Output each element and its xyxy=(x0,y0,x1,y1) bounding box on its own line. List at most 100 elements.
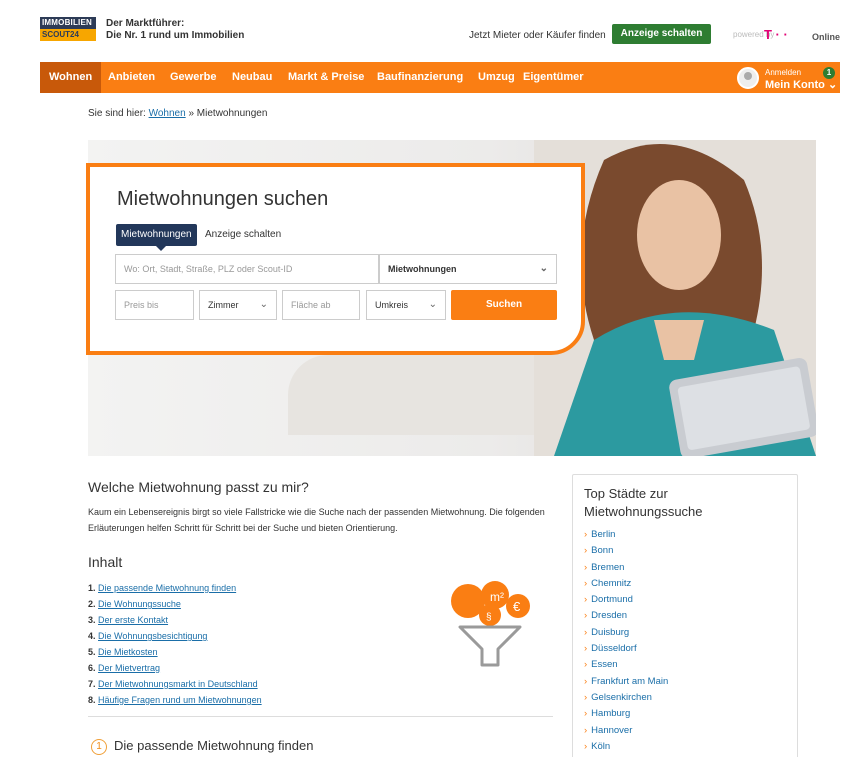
city-label: Köln xyxy=(591,740,611,752)
page-heading: Welche Mietwohnung passt zu mir? xyxy=(88,479,309,495)
search-button[interactable]: Suchen xyxy=(451,290,557,320)
immobilienscout24-logo[interactable]: IMMOBILIEN SCOUT24 xyxy=(40,17,96,43)
nav-item-markt-preise[interactable]: Markt & Preise xyxy=(279,62,373,93)
city-link[interactable]: › Bremen xyxy=(584,560,668,576)
property-type-select[interactable]: Mietwohnungen ⌄ xyxy=(379,254,557,284)
chevron-right-icon: › xyxy=(584,529,588,540)
toc-item: 2. Die Wohnungssuche xyxy=(88,596,262,612)
nav-item-gewerbe[interactable]: Gewerbe xyxy=(161,62,225,93)
city-label: Bonn xyxy=(591,545,614,557)
toc-link[interactable]: Die Wohnungssuche xyxy=(98,599,181,609)
section-title: Die passende Mietwohnung finden xyxy=(114,738,314,753)
t-online-label[interactable]: Online xyxy=(812,32,840,42)
toc-item: 8. Häufige Fragen rund um Mietwohnungen xyxy=(88,692,262,708)
chevron-right-icon: › xyxy=(584,626,588,638)
city-label: Duisburg xyxy=(591,626,630,638)
toc-number: 5. xyxy=(88,647,96,657)
city-link[interactable]: › Frankfurt am Main xyxy=(584,674,668,690)
min-area-input[interactable]: Fläche ab xyxy=(282,290,360,320)
rooms-value: Zimmer xyxy=(208,300,239,310)
city-label: Frankfurt am Main xyxy=(591,675,669,687)
city-link[interactable]: › Berlin xyxy=(584,527,668,543)
toc-heading: Inhalt xyxy=(88,554,123,570)
top-cities-sidebar: Top Städte zur Mietwohnungssuche › Berlin… xyxy=(572,474,798,757)
toc-number: 7. xyxy=(88,679,96,689)
city-label: Hannover xyxy=(591,724,633,736)
toc-number: 3. xyxy=(88,615,96,625)
property-type-value: Mietwohnungen xyxy=(388,264,457,274)
toc-item: 1. Die passende Mietwohnung finden xyxy=(88,580,262,596)
location-input[interactable]: Wo: Ort, Stadt, Straße, PLZ oder Scout-I… xyxy=(115,254,379,284)
chevron-right-icon: › xyxy=(584,659,588,671)
intro-text: Kaum ein Lebensereignis birgt so viele F… xyxy=(88,507,545,533)
nav-item-anbieten[interactable]: Anbieten xyxy=(99,62,164,93)
toc-item: 3. Der erste Kontakt xyxy=(88,612,262,628)
avatar-icon[interactable] xyxy=(737,67,759,89)
chevron-down-icon: ⌄ xyxy=(539,263,548,274)
max-price-input[interactable]: Preis bis xyxy=(115,290,194,320)
city-link[interactable]: › Chemnitz xyxy=(584,576,668,592)
notification-badge: 1 xyxy=(823,67,835,79)
sidebar-title: Top Städte zur Mietwohnungssuche xyxy=(584,486,703,519)
toc-link[interactable]: Der erste Kontakt xyxy=(98,615,168,625)
chevron-right-icon: › xyxy=(584,610,588,622)
city-label: Hamburg xyxy=(591,708,631,720)
rooms-select[interactable]: Zimmer ⌄ xyxy=(199,290,277,320)
chevron-right-icon: › xyxy=(584,643,588,655)
city-label: Düsseldorf xyxy=(591,643,637,655)
telekom-logo-icon[interactable]: T · · xyxy=(764,27,788,42)
search-title: Mietwohnungen suchen xyxy=(117,188,329,210)
breadcrumb-link-wohnen[interactable]: Wohnen xyxy=(149,108,186,119)
find-tenant-link[interactable]: Jetzt Mieter oder Käufer finden xyxy=(469,30,606,41)
city-link[interactable]: › Köln xyxy=(584,739,668,755)
city-link[interactable]: › Dresden xyxy=(584,608,668,624)
toc-link[interactable]: Der Mietvertrag xyxy=(98,663,160,673)
chevron-right-icon: › xyxy=(584,724,588,736)
svg-text:€: € xyxy=(513,599,521,614)
city-label: Berlin xyxy=(591,529,616,540)
login-label[interactable]: Anmelden xyxy=(765,68,801,77)
post-ad-button[interactable]: Anzeige schalten xyxy=(612,24,711,44)
city-link[interactable]: › Duisburg xyxy=(584,625,668,641)
city-link[interactable]: › Bonn xyxy=(584,543,668,559)
toc-item: 4. Die Wohnungsbesichtigung xyxy=(88,628,262,644)
svg-text:m²: m² xyxy=(490,590,504,604)
toc-number: 1. xyxy=(88,583,96,593)
toc-link[interactable]: Die Mietkosten xyxy=(98,647,158,657)
toc-item: 6. Der Mietvertrag xyxy=(88,660,262,676)
toc-link[interactable]: Häufige Fragen rund um Mietwohnungen xyxy=(98,695,262,705)
tagline: Der Marktführer: Die Nr. 1 rund um Immob… xyxy=(106,18,244,42)
radius-select[interactable]: Umkreis ⌄ xyxy=(366,290,446,320)
city-link[interactable]: › Essen xyxy=(584,657,668,673)
toc-link[interactable]: Die Wohnungsbesichtigung xyxy=(98,631,207,641)
tab-mietwohnungen[interactable]: Mietwohnungen xyxy=(116,224,197,251)
city-link[interactable]: › Dortmund xyxy=(584,592,668,608)
breadcrumb-separator: » xyxy=(188,108,195,119)
nav-item-neubau[interactable]: Neubau xyxy=(223,62,281,93)
city-link[interactable]: › Hannover xyxy=(584,723,668,739)
city-label: Essen xyxy=(591,659,618,671)
chevron-down-icon: ⌄ xyxy=(428,299,437,310)
nav-item-baufinanzierung[interactable]: Baufinanzierung xyxy=(368,62,472,93)
nav-item-wohnen[interactable]: Wohnen xyxy=(40,62,102,93)
svg-text:§: § xyxy=(486,612,492,623)
toc-link[interactable]: Der Mietwohnungsmarkt in Deutschland xyxy=(98,679,258,689)
logo-line-1: IMMOBILIEN xyxy=(40,17,96,29)
toc-item: 7. Der Mietwohnungsmarkt in Deutschland xyxy=(88,676,262,692)
tab-anzeige-schalten[interactable]: Anzeige schalten xyxy=(205,224,281,246)
toc-number: 2. xyxy=(88,599,96,609)
city-link[interactable]: › Hamburg xyxy=(584,706,668,722)
toc-item: 5. Die Mietkosten xyxy=(88,644,262,660)
chevron-right-icon: › xyxy=(584,594,588,606)
my-account-label[interactable]: Mein Konto ⌄ xyxy=(765,78,837,91)
toc-link[interactable]: Die passende Mietwohnung finden xyxy=(98,583,236,593)
city-link[interactable]: › Düsseldorf xyxy=(584,641,668,657)
chevron-right-icon: › xyxy=(584,708,588,720)
tagline-line-1: Der Marktführer: xyxy=(106,18,185,29)
city-link[interactable]: › Gelsenkirchen xyxy=(584,690,668,706)
city-label: Chemnitz xyxy=(591,577,632,589)
chevron-right-icon: › xyxy=(584,675,588,687)
nav-item-eigentuemer[interactable]: Eigentümer xyxy=(514,62,593,93)
toc-number: 6. xyxy=(88,663,96,673)
chevron-down-icon: ⌄ xyxy=(827,79,838,91)
